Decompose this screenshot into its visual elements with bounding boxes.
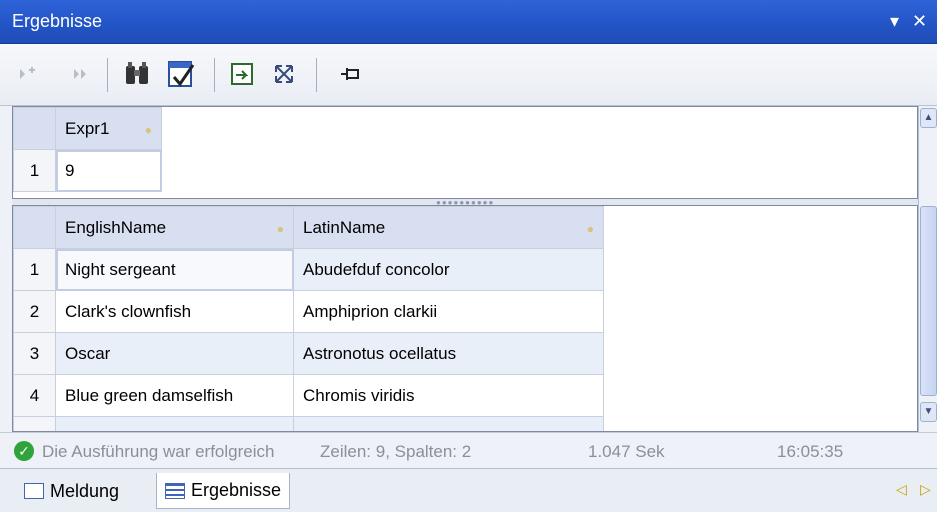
- results-grid-1: Expr1 ● 1 9: [13, 107, 162, 192]
- table-cell[interactable]: Abudefduf concolor: [293, 248, 604, 291]
- table-cell[interactable]: 9: [55, 149, 162, 192]
- table-cell[interactable]: Amphiprion clarkii: [293, 290, 604, 333]
- rows-columns-count: Zeilen: 9, Spalten: 2: [320, 442, 472, 461]
- status-message: Die Ausführung war erfolgreich: [42, 442, 275, 461]
- tab-label: Ergebnisse: [191, 480, 282, 500]
- table-cell[interactable]: Oscar: [55, 332, 294, 375]
- table-row[interactable]: 2 Clark's clownfish Amphiprion clarkii: [13, 290, 604, 333]
- scroll-up-icon[interactable]: ▲: [920, 108, 937, 128]
- table-cell[interactable]: Eel: [55, 416, 294, 431]
- table-row[interactable]: 1 Night sergeant Abudefduf concolor: [13, 248, 604, 291]
- result-pane-1: Expr1 ● 1 9: [12, 106, 918, 199]
- maximize-icon[interactable]: [268, 58, 300, 90]
- tab-meldung[interactable]: Meldung: [16, 473, 127, 509]
- grid-corner[interactable]: [13, 206, 56, 249]
- table-cell[interactable]: Astronotus ocellatus: [293, 332, 604, 375]
- toolbar-separator: [214, 58, 215, 92]
- table-cell[interactable]: Night sergeant: [55, 248, 294, 291]
- column-header[interactable]: LatinName ●: [293, 206, 604, 249]
- dropdown-arrow-icon[interactable]: ▾: [890, 9, 899, 33]
- row-number: 5: [13, 416, 56, 431]
- scroll-down-icon[interactable]: ▼: [920, 402, 937, 422]
- close-icon[interactable]: ✕: [912, 9, 927, 33]
- table-cell[interactable]: Monopterus albus: [293, 416, 604, 431]
- toolbar-separator: [107, 58, 108, 92]
- find-icon[interactable]: [121, 58, 153, 90]
- execution-time: 16:05:35: [777, 442, 844, 461]
- window-title: Ergebnisse: [12, 11, 103, 31]
- export-icon[interactable]: [226, 58, 258, 90]
- step-over-icon[interactable]: [66, 58, 98, 90]
- tab-ergebnisse[interactable]: Ergebnisse: [156, 473, 291, 509]
- results-grid-2: EnglishName ● LatinName ● 1 Night sergeant…: [13, 206, 604, 431]
- table-row[interactable]: 3 Oscar Astronotus ocellatus: [13, 332, 604, 375]
- row-number: 4: [13, 374, 56, 417]
- table-row[interactable]: 4 Blue green damselfish Chromis viridis: [13, 374, 604, 417]
- table-row[interactable]: 1 9: [13, 149, 162, 192]
- toolbar: [0, 44, 937, 106]
- row-number: 3: [13, 332, 56, 375]
- column-header[interactable]: EnglishName ●: [55, 206, 294, 249]
- row-number: 1: [13, 149, 56, 192]
- row-number: 1: [13, 248, 56, 291]
- pin-icon[interactable]: [334, 58, 366, 90]
- grid-icon: [165, 482, 185, 499]
- column-header[interactable]: Expr1 ●: [55, 107, 162, 150]
- tab-scroll-left-icon[interactable]: ◁: [896, 481, 907, 498]
- toolbar-separator: [316, 58, 317, 92]
- grid-corner[interactable]: [13, 107, 56, 150]
- success-check-icon: ✓: [14, 441, 34, 461]
- status-bar: ✓ Die Ausführung war erfolgreich Zeilen:…: [0, 432, 937, 468]
- table-cell[interactable]: Blue green damselfish: [55, 374, 294, 417]
- tab-label: Meldung: [50, 480, 120, 501]
- vertical-scrollbar[interactable]: ▲ ▼: [918, 106, 937, 432]
- tab-scroll-right-icon[interactable]: ▷: [920, 481, 931, 498]
- step-into-icon[interactable]: [12, 58, 44, 90]
- sort-indicator-icon: ●: [586, 221, 594, 236]
- table-cell[interactable]: Chromis viridis: [293, 374, 604, 417]
- sort-indicator-icon: ●: [144, 122, 152, 137]
- title-bar: Ergebnisse ▾ ✕: [0, 0, 937, 44]
- sql-check-icon[interactable]: [165, 58, 197, 90]
- message-icon: [24, 483, 44, 499]
- table-cell[interactable]: Clark's clownfish: [55, 290, 294, 333]
- table-row[interactable]: 5 Eel Monopterus albus: [13, 416, 604, 431]
- row-number: 2: [13, 290, 56, 333]
- execution-duration: 1.047 Sek: [588, 442, 665, 461]
- bottom-tab-bar: Meldung Ergebnisse ◁ ▷: [0, 468, 937, 512]
- sort-indicator-icon: ●: [276, 221, 284, 236]
- scroll-thumb[interactable]: [920, 206, 937, 396]
- result-pane-2: EnglishName ● LatinName ● 1 Night sergeant…: [12, 205, 918, 432]
